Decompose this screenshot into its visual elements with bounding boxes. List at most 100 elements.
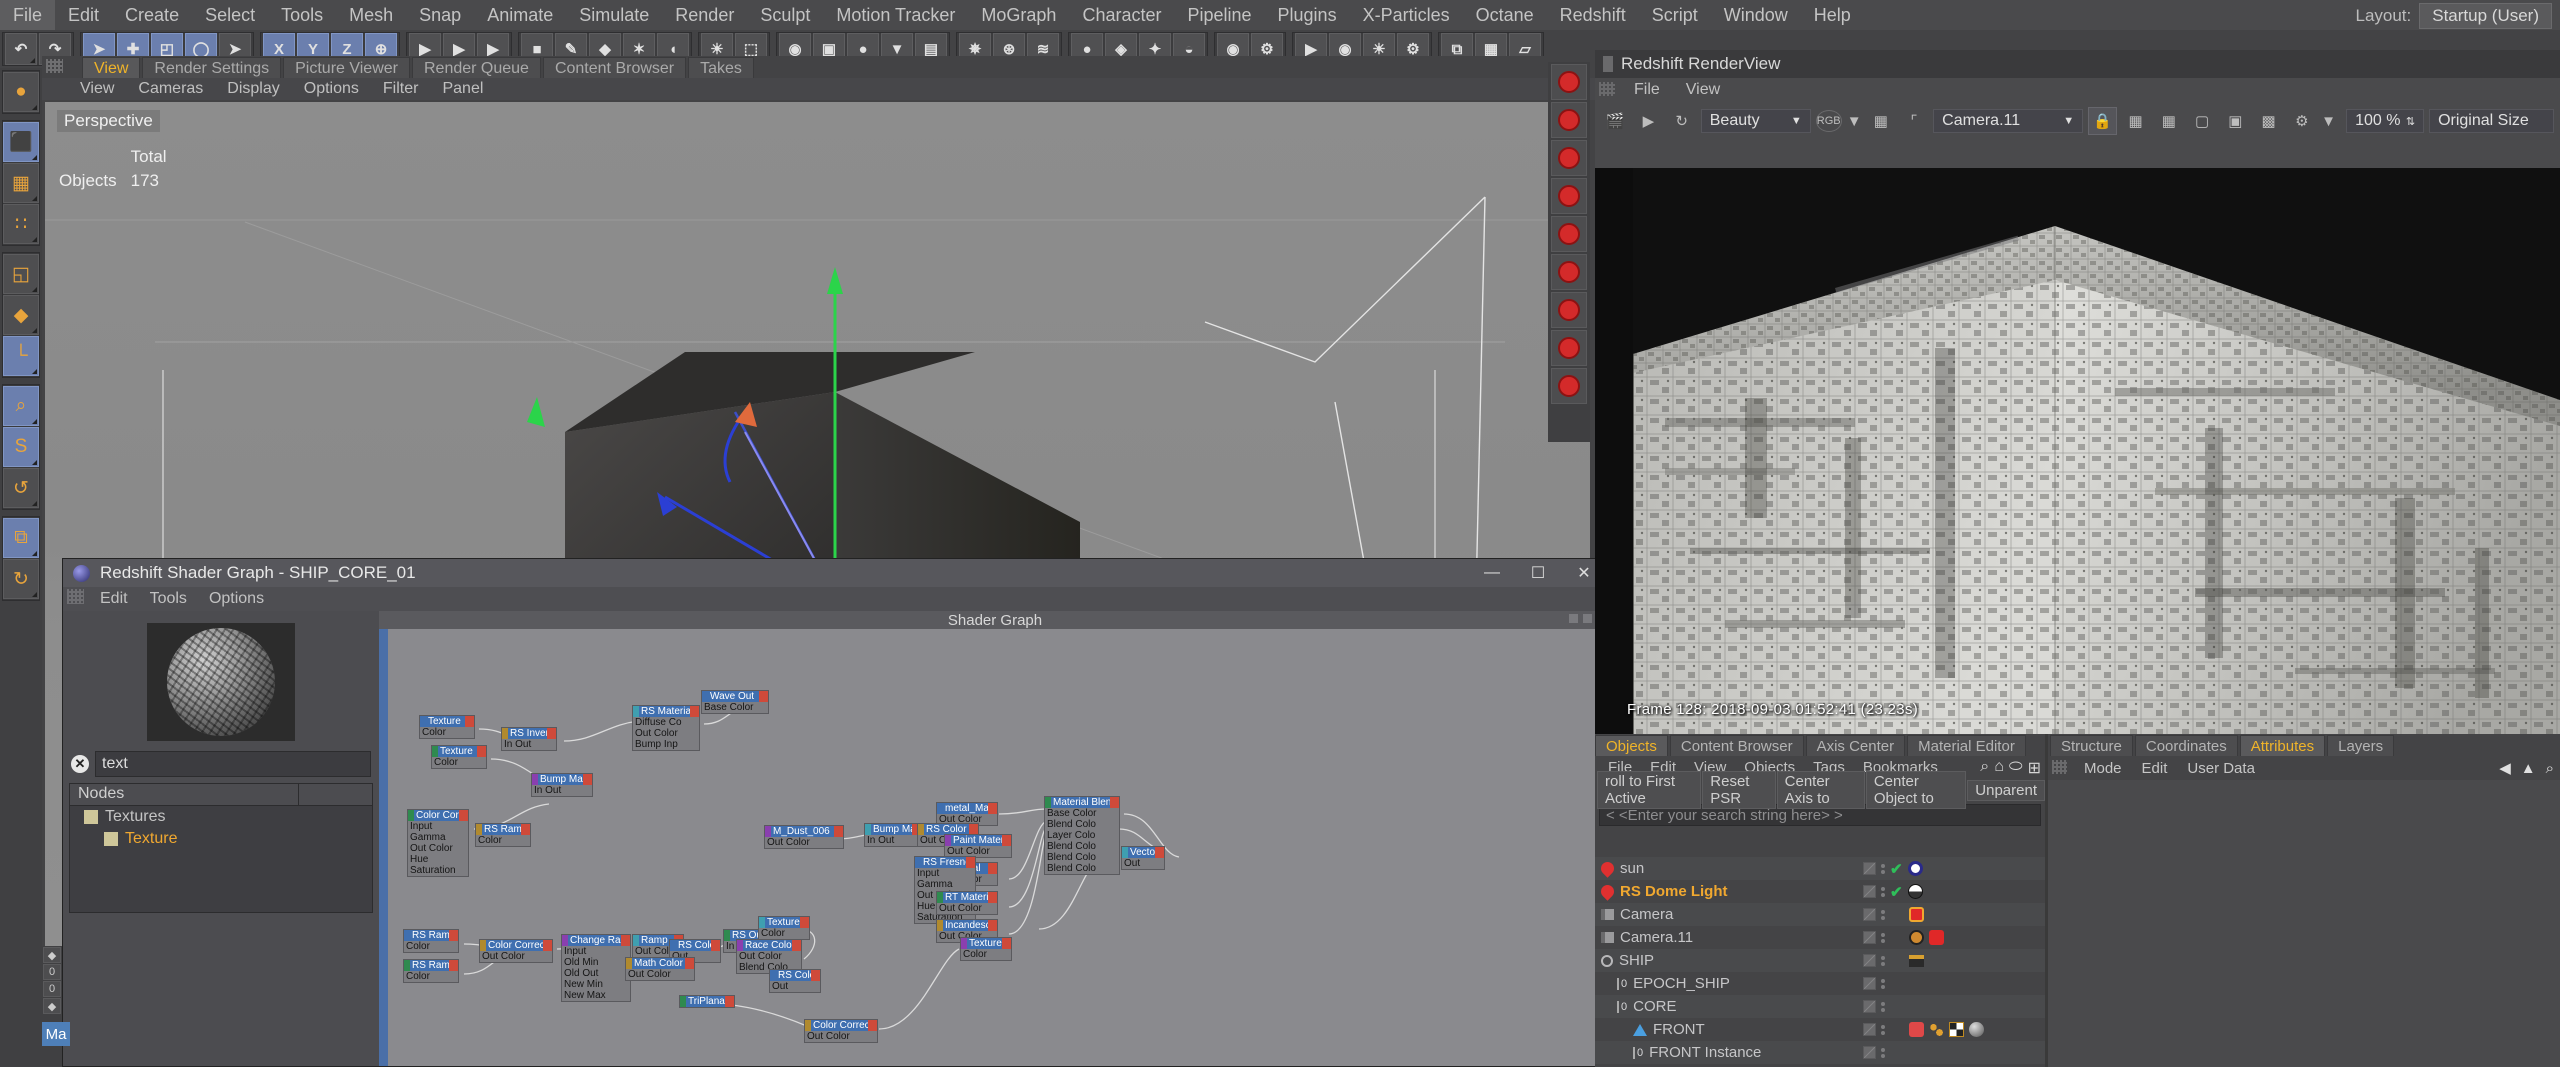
channel-chevron-down-icon[interactable]: ▼	[1847, 107, 1862, 135]
take-tag[interactable]	[1909, 954, 1924, 967]
settings-icon[interactable]: ⚙	[2288, 107, 2316, 135]
menu-item-octane[interactable]: Octane	[1463, 0, 1547, 30]
node-output-port[interactable]	[1002, 835, 1011, 846]
viewport-menu-options[interactable]: Options	[292, 80, 371, 98]
viewport-menu-filter[interactable]: Filter	[371, 80, 431, 98]
layer-color-swatch[interactable]	[1863, 1046, 1876, 1059]
null-circle-tag[interactable]	[1907, 861, 1923, 876]
shader-node-port-row[interactable]: Gamma	[915, 879, 975, 890]
shader-node-port-row[interactable]: Base Color	[702, 702, 768, 713]
canvas-corner-btn-1[interactable]	[1568, 613, 1579, 624]
redshift-tool-6-icon[interactable]	[1551, 254, 1587, 290]
menu-item-animate[interactable]: Animate	[474, 0, 566, 30]
refresh-icon[interactable]: ↻	[1668, 107, 1696, 135]
shader-node[interactable]: RS InvertIn Out	[501, 727, 557, 751]
shader-node[interactable]: Paint MaterialOut Color	[944, 834, 1012, 858]
protection-tag[interactable]	[1909, 930, 1924, 945]
model-mode-icon[interactable]: ⬛	[3, 122, 39, 162]
object-row[interactable]: Camera.11	[1595, 926, 2045, 949]
up-arrow-icon[interactable]: ▲	[2521, 760, 2536, 777]
shader-node-port-row[interactable]: Color	[759, 928, 809, 939]
shader-node[interactable]: RS RampColor	[475, 823, 531, 847]
material-preview[interactable]	[147, 623, 295, 741]
back-arrow-icon[interactable]: ◀	[2499, 759, 2511, 777]
redshift-tool-3-icon[interactable]	[1551, 140, 1587, 176]
node-output-port[interactable]	[988, 803, 997, 814]
renderview-menu-grip[interactable]	[1599, 82, 1615, 96]
search-icon[interactable]: ⌕	[2546, 760, 2554, 777]
om-button-center-axis-to[interactable]: Center Axis to	[1776, 771, 1865, 809]
node-output-port[interactable]	[583, 774, 592, 785]
shader-graph-titlebar[interactable]: Redshift Shader Graph - SHIP_CORE_01 — ☐…	[63, 559, 1611, 587]
minimize-button[interactable]: —	[1469, 559, 1515, 587]
viewport-tab-picture-viewer[interactable]: Picture Viewer	[283, 57, 410, 78]
redshift-tool-8-icon[interactable]	[1551, 330, 1587, 366]
visibility-dots-icon[interactable]	[1881, 1047, 1885, 1058]
node-tree-item-texture[interactable]: Texture	[70, 828, 372, 850]
shader-node-port-row[interactable]: Color	[432, 757, 486, 768]
layer-color-swatch[interactable]	[1863, 931, 1876, 944]
shader-node-port-row[interactable]: Hue	[408, 854, 468, 865]
visibility-dots-icon[interactable]	[1881, 909, 1885, 920]
menu-item-pipeline[interactable]: Pipeline	[1174, 0, 1264, 30]
shader-node-port-row[interactable]: Diffuse Co	[633, 717, 699, 728]
object-manager-tab-content-browser[interactable]: Content Browser	[1669, 735, 1804, 756]
shader-node[interactable]: Texture Color	[758, 916, 810, 940]
node-output-port[interactable]	[711, 940, 720, 951]
enabled-check-icon[interactable]: ✔	[1890, 860, 1903, 878]
shader-node-port-row[interactable]: Color	[420, 727, 474, 738]
shader-node-port-row[interactable]: In Out	[502, 739, 556, 750]
viewport-menu-panel[interactable]: Panel	[430, 80, 495, 98]
viewport-tab-takes[interactable]: Takes	[688, 57, 754, 78]
texture-mode-icon[interactable]: ▦	[3, 163, 39, 203]
edges-mode-icon[interactable]: ◱	[3, 254, 39, 294]
shader-node-port-row[interactable]: Base Color	[1045, 808, 1119, 819]
shader-node-port-row[interactable]: Out	[1122, 858, 1164, 869]
lock-icon[interactable]: 🔒	[2088, 107, 2117, 135]
viewport-menu-view[interactable]: View	[68, 80, 126, 98]
stepper-arrows-icon[interactable]: ⇅	[2406, 115, 2415, 128]
shader-node[interactable]: Color Corr Input Gamma Out Color Hue Saturati…	[407, 809, 469, 877]
menu-item-redshift[interactable]: Redshift	[1547, 0, 1639, 30]
layer-color-swatch[interactable]	[1863, 885, 1876, 898]
zoom-stepper[interactable]: 100 % ⇅	[2346, 109, 2425, 133]
shader-node[interactable]: Texture Color	[431, 745, 487, 769]
renderview-menu-view[interactable]: View	[1673, 81, 1733, 99]
object-row[interactable]: SHIP	[1595, 949, 2045, 972]
magnet-icon[interactable]: ↺	[3, 468, 39, 508]
rgb-channel-icon[interactable]: RGB	[1815, 110, 1842, 132]
viewport-tab-content-browser[interactable]: Content Browser	[542, 57, 687, 78]
dots-tag[interactable]	[1929, 1022, 1944, 1037]
renderview-image[interactable]: Frame 128: 2018-09-03 01:52:41 (23.23s)	[1595, 168, 2560, 734]
shader-node[interactable]: RT MaterialOut Color	[936, 891, 998, 915]
add-icon[interactable]: ⊞	[2028, 758, 2041, 778]
attribute-menu-user-data[interactable]: User Data	[2177, 760, 2265, 777]
shader-node-port-row[interactable]: Color	[404, 941, 458, 952]
object-axis-icon[interactable]: └	[3, 336, 39, 376]
menu-item-mesh[interactable]: Mesh	[336, 0, 406, 30]
size-select[interactable]: Original Size	[2429, 109, 2555, 133]
layer-color-swatch[interactable]	[1863, 862, 1876, 875]
viewport-tab-render-settings[interactable]: Render Settings	[142, 57, 282, 78]
shader-node-port-row[interactable]: Blend Colo	[1045, 819, 1119, 830]
histogram-icon[interactable]: ▩	[2255, 107, 2283, 135]
object-row[interactable]: Camera	[1595, 903, 2045, 926]
object-manager-tab-axis-center[interactable]: Axis Center	[1805, 735, 1906, 756]
snap-settings-icon[interactable]: S	[3, 427, 39, 467]
menu-item-script[interactable]: Script	[1639, 0, 1711, 30]
shader-node-port-row[interactable]: Blend Colo	[1045, 852, 1119, 863]
shader-node-port-row[interactable]: Gamma	[408, 832, 468, 843]
shader-node[interactable]: Bump MapIn Out	[531, 773, 593, 797]
node-output-port[interactable]	[1155, 847, 1164, 858]
shader-graph-canvas[interactable]: Shader Graph Texture Color Texture Color…	[379, 611, 1611, 1066]
redshift-tool-5-icon[interactable]	[1551, 216, 1587, 252]
render-clapper-icon[interactable]: 🎬	[1601, 107, 1629, 135]
node-output-port[interactable]	[685, 958, 694, 969]
menu-item-plugins[interactable]: Plugins	[1265, 0, 1350, 30]
node-tree-item-textures[interactable]: Textures	[70, 806, 372, 828]
search-icon[interactable]: ⌕	[1980, 758, 1989, 778]
shader-node[interactable]: Wave Out Base Color	[701, 690, 769, 714]
ellipse-icon[interactable]: ⬭	[2009, 758, 2023, 778]
shader-node-port-row[interactable]: Input	[915, 868, 975, 879]
crop-icon[interactable]: ⌜	[1900, 107, 1928, 135]
